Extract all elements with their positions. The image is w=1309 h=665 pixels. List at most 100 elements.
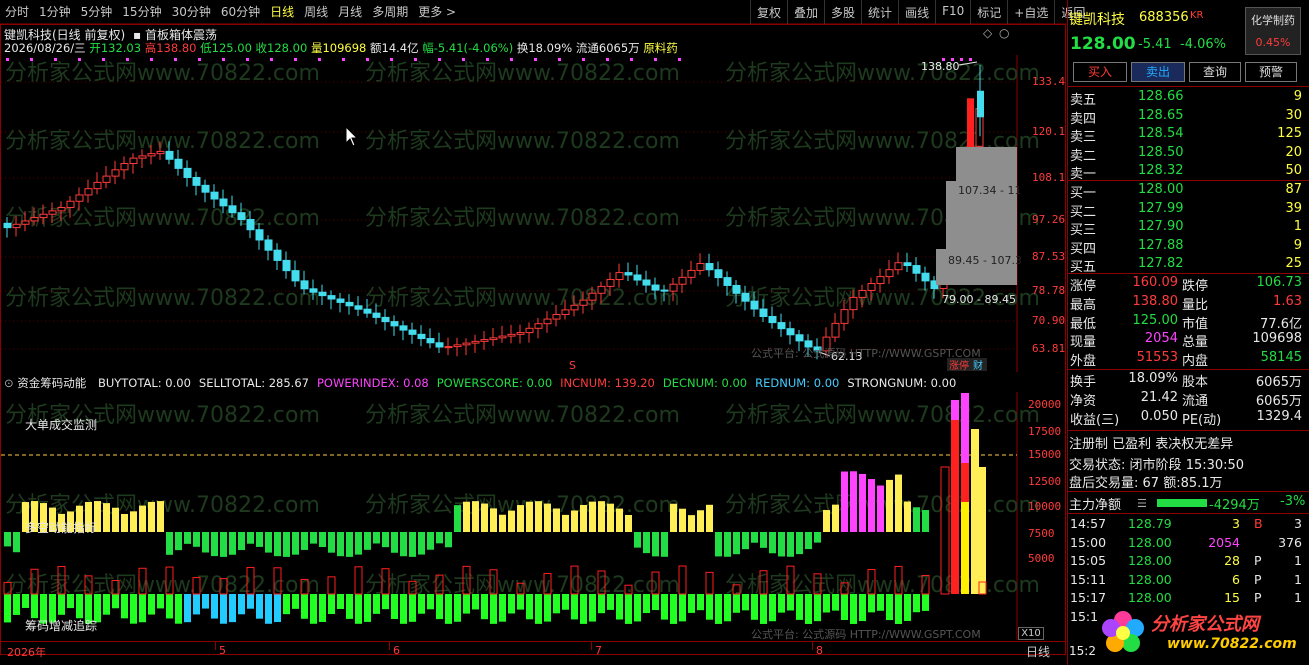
toolbar-button-1[interactable]: 叠加 [787, 0, 824, 24]
book-volume: 20 [1285, 144, 1302, 160]
chip-bar [319, 594, 326, 622]
toolbar-button-5[interactable]: F10 [935, 0, 970, 24]
site-mark: 公式平台: 公式源码 HTTP://WWW.GSPT.COM [751, 627, 981, 640]
ask-row[interactable]: 卖四 128.65 30 [1068, 108, 1308, 127]
momentum-bar [364, 532, 371, 550]
chip-bar [724, 594, 731, 622]
indicator-axis-label: 17500 [1028, 425, 1062, 438]
watermark-text: 分析家公式网www.70822.com [725, 403, 1040, 428]
candle-body [201, 184, 210, 193]
chip-bar [328, 594, 335, 615]
ask-row[interactable]: 卖三 128.54 125 [1068, 126, 1308, 145]
ask-row[interactable]: 卖五 128.66 9 [1068, 89, 1308, 108]
chip-bar [454, 594, 461, 622]
momentum-bar [4, 532, 11, 547]
ask-row[interactable]: 卖二 128.50 20 [1068, 145, 1308, 164]
indicator-field-6: REDNUM: 0.00 [755, 376, 839, 390]
toolbar-button-0[interactable]: 复权 [750, 0, 787, 24]
candle-body [597, 285, 606, 294]
period-tab-10[interactable]: 更多 > [413, 3, 461, 20]
concept-tag[interactable]: 原料药 [643, 41, 678, 55]
multiplier-badge[interactable]: X10 [1018, 627, 1044, 640]
indicator-field-3: POWERSCORE: 0.00 [437, 376, 552, 390]
period-tab-7[interactable]: 周线 [299, 3, 333, 20]
signal-dot [342, 58, 345, 61]
bid-row[interactable]: 买二 127.99 39 [1068, 201, 1308, 220]
toolbar-button-3[interactable]: 统计 [861, 0, 898, 24]
bid-row[interactable]: 买三 127.90 1 [1068, 219, 1308, 238]
trade-button-2[interactable]: 查询 [1189, 62, 1241, 82]
stat-label: 收益(三) [1070, 413, 1120, 428]
book-volume: 9 [1293, 237, 1302, 253]
amt-value: 14.4亿 [381, 41, 419, 55]
chip-bar [283, 594, 290, 615]
indicator-field-7: STRONGNUM: 0.00 [847, 376, 956, 390]
trade-button-0[interactable]: 买入 [1073, 62, 1127, 82]
indicator-chart[interactable]: 分析家公式网www.70822.com 分析家公式网www.70822.com 分析… [1, 392, 1065, 640]
stat-label: 换手 [1070, 375, 1097, 390]
momentum-bar [445, 532, 452, 548]
chart-collapse-icon[interactable]: ○ [999, 26, 1009, 40]
chip-bar [400, 594, 407, 624]
sector-box[interactable]: 化学制药 0.45% [1245, 7, 1301, 55]
price-chart[interactable]: 分析家公式网www.70822.com 分析家公式网www.70822.com 分析… [1, 55, 1065, 372]
chart-diamond-icon[interactable]: ◇ [983, 26, 992, 40]
momentum-bar [319, 532, 326, 548]
momentum-bar [148, 501, 155, 532]
book-volume: 25 [1285, 256, 1302, 272]
logo-text: 分析家公式网 [1151, 614, 1259, 635]
time-axis: 2026年 5 6 7 8 [1, 641, 1065, 663]
trade-button-3[interactable]: 预警 [1245, 62, 1297, 82]
period-tab-4[interactable]: 30分钟 [167, 3, 216, 20]
momentum-bar [859, 473, 866, 532]
momentum-bar [886, 479, 893, 532]
site-mark: 公式平台: 公式源码 HTTP://WWW.GSPT.COM [751, 346, 981, 360]
period-tab-0[interactable]: 分时 [0, 3, 34, 20]
toolbar-button-2[interactable]: 多股 [824, 0, 861, 24]
book-label: 买一 [1070, 186, 1097, 201]
candle-body [516, 332, 525, 335]
candle-body [840, 309, 849, 324]
signal-dot [222, 58, 225, 61]
period-tab-6[interactable]: 日线 [265, 3, 299, 20]
momentum-bar [679, 508, 686, 532]
chip-bar [895, 594, 902, 624]
time-axis-period[interactable]: 日线 [1026, 643, 1050, 660]
period-tab-5[interactable]: 60分钟 [216, 3, 265, 20]
candle-body [489, 337, 498, 341]
toolbar-button-4[interactable]: 画线 [898, 0, 935, 24]
chip-bar [913, 594, 920, 613]
tick-count: 1 [1294, 590, 1302, 605]
indicator-settings-icon[interactable]: ⊙ [4, 376, 14, 390]
trade-button-1[interactable]: 卖出 [1131, 62, 1185, 82]
stat-value: 160.09 [1132, 275, 1179, 290]
chip-bar [58, 594, 65, 615]
period-tab-8[interactable]: 月线 [333, 3, 367, 20]
indicator-axis-label: 5000 [1028, 552, 1055, 565]
indicator-field-value: 0.08 [399, 376, 429, 390]
stat-row: 外盘 51553 内盘 58145 [1068, 350, 1308, 369]
period-tab-3[interactable]: 15分钟 [117, 3, 166, 20]
turn-label: 换 [516, 41, 529, 55]
book-volume: 125 [1277, 126, 1302, 142]
candle-body [300, 280, 309, 290]
float-label: 流通 [575, 41, 599, 55]
indicator-name[interactable]: 资金筹码动能 [17, 376, 86, 390]
bid-row[interactable]: 买一 128.00 87 [1068, 182, 1308, 201]
toolbar-button-7[interactable]: +自选 [1007, 0, 1054, 24]
indicator-label-1: 多空动能指标 [25, 520, 97, 535]
period-tab-2[interactable]: 5分钟 [76, 3, 118, 20]
bid-row[interactable]: 买四 127.88 9 [1068, 238, 1308, 257]
signal-dot [198, 58, 201, 61]
candle-body [318, 291, 327, 297]
logo-url: www.70822.com [1167, 636, 1297, 652]
box-label-1: 107.34 - 11 [958, 184, 1021, 197]
candle-body [147, 153, 156, 157]
chip-bar [175, 594, 182, 624]
toolbar-button-6[interactable]: 标记 [970, 0, 1007, 24]
candle-body [624, 272, 633, 276]
period-tab-1[interactable]: 1分钟 [34, 3, 76, 20]
period-tab-9[interactable]: 多周期 [367, 3, 413, 20]
candle-body [741, 292, 750, 302]
list-icon[interactable]: ☰ [1137, 497, 1147, 510]
